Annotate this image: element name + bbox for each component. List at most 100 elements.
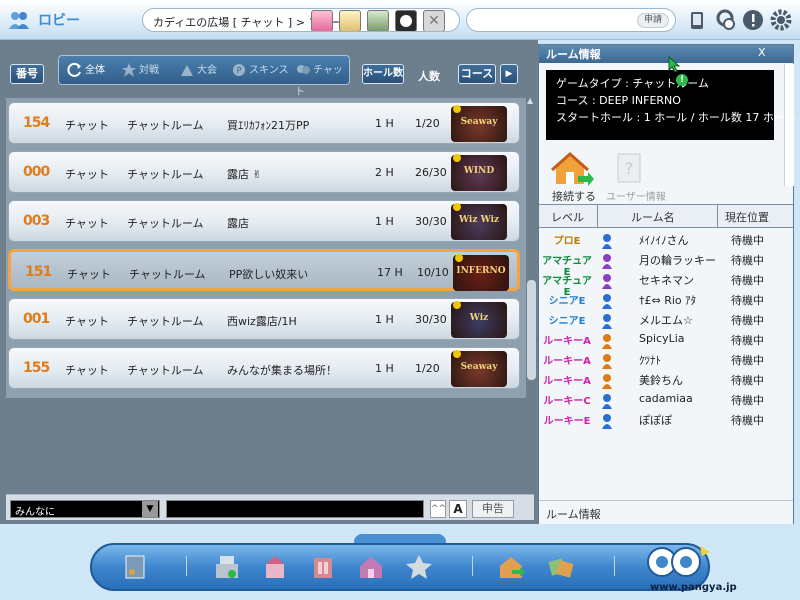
chat-input[interactable] [166,500,424,518]
member-level: ルーキーA [543,356,591,367]
tab-tournament[interactable]: 大会 [179,60,217,82]
member-level: ルーキーC [543,396,591,407]
number-column-header[interactable]: 番号 [10,64,44,84]
member-row[interactable]: アマチュアE セキネマン 待機中 [539,272,793,298]
locker-icon[interactable] [306,552,340,582]
room-people: 1/20 [415,362,440,375]
apply-chip[interactable]: 申請 [637,13,669,28]
member-name: セキネマン [639,274,694,287]
member-row[interactable]: ルーキーE ぽぽぽ 待機中 [539,412,793,432]
member-name: ぽぽぽ [639,414,672,427]
scroll-up-arrow-icon[interactable]: ▲ [527,96,537,108]
gender-icon [599,413,615,429]
hole-count-column-header[interactable]: ホール数 [362,64,404,84]
course-logo-text: Seaway [460,362,498,372]
room-info-scrollbar[interactable] [784,64,794,186]
report-button[interactable]: 申告 [472,500,514,518]
member-name: 月の輪ラッキー [639,254,716,267]
course-column-header[interactable]: コース [458,64,496,84]
member-location: 待機中 [731,254,764,267]
pangya-logo[interactable] [640,538,718,582]
member-row[interactable]: シニアE メルエム☆ 待機中 [539,312,793,332]
member-table-header: レベル ルーム名 現在位置 [539,204,793,228]
member-row[interactable]: アマチュアE 月の輪ラッキー 待機中 [539,252,793,278]
room-name: 露店 ✌ [227,168,262,181]
room-info-footer-tab[interactable]: ルーム情報 [546,506,601,522]
member-level: プロE [553,236,581,247]
room-info-title: ルーム情報 [546,48,601,61]
site-url[interactable]: www.pangya.jp [650,582,737,593]
location-column-header: 現在位置 [725,211,769,224]
member-row[interactable]: ルーキーA ｸﾂﾅﾄ 待機中 [539,352,793,372]
room-mode: チャット [65,315,109,328]
gift-icon[interactable] [258,552,292,582]
avatar-ball[interactable] [395,10,417,31]
font-button[interactable]: A [449,500,467,518]
member-row[interactable]: プロE ﾒｲﾉｲﾉさん 待機中 [539,232,793,252]
member-location: 待機中 [731,274,764,287]
close-icon[interactable]: X [758,46,766,59]
member-location: 待機中 [731,334,764,347]
avatar-cat[interactable] [339,10,361,31]
tab-skins[interactable]: P スキンス [231,60,289,82]
room-row[interactable]: 151 チャット チャットルーム PP欲しい奴来い 17 H 10/10 INFERNO [8,249,520,291]
tournament-icon [179,62,195,78]
my-room-icon[interactable] [354,552,388,582]
room-row[interactable]: 003 チャット チャットルーム 露店 1 H 30/30 Wiz Wiz [8,200,520,242]
room-holes: 1 H [375,362,394,375]
search-input[interactable]: 申請 [466,8,676,32]
room-filter-tabs: 全体 対戦 大会 P スキンス チャット [58,55,350,98]
friends-icon[interactable] [714,9,736,31]
room-type: チャットルーム [127,217,204,230]
gear-icon[interactable] [770,9,792,31]
course-next-arrow-icon[interactable]: ▶ [500,64,518,84]
member-row[interactable]: ルーキーA SpicyLia 待機中 [539,332,793,352]
close-x-icon[interactable]: ✕ [423,10,445,31]
exchange-icon[interactable] [544,552,578,582]
tab-chat[interactable]: チャット [295,60,349,98]
tab-versus[interactable]: 対戦 [121,60,159,82]
room-row[interactable]: 154 チャット チャットルーム 買ｴﾘｶﾌｫﾝ21万PP 1 H 1/20 Seaway [8,102,520,144]
dock-divider [472,556,473,576]
scratch-icon[interactable] [402,552,436,582]
room-type: チャットルーム [127,364,204,377]
member-name: SpicyLia [639,332,685,345]
room-mode: チャット [65,168,109,181]
refresh-icon [67,62,83,78]
game-type-text: ゲームタイプ : チャットルーム [556,77,709,90]
info-dot-icon: ! [676,74,688,86]
avatar-plant[interactable] [367,10,389,31]
shop-register-icon[interactable] [210,552,244,582]
member-row[interactable]: シニアE †£⇔ Rio ｱﾀ 待機中 [539,292,793,312]
people-column-header: 人数 [418,70,440,83]
room-holes: 1 H [375,313,394,326]
room-holes: 1 H [375,117,394,130]
room-row[interactable]: 001 チャット チャットルーム 西wiz露店/1H 1 H 30/30 Wiz [8,298,520,340]
music-icon[interactable] [118,552,152,582]
member-name: 美鈴ちん [639,374,683,387]
chat-target-select[interactable]: みんなに [10,500,160,518]
course-logo-text: WIND [463,166,495,176]
room-row[interactable]: 155 チャット チャットルーム みんなが集まる場所！ 1 H 1/20 Seaway [8,347,520,389]
room-list-scrollbar[interactable] [527,280,536,380]
room-name: 露店 [227,217,249,230]
alert-icon[interactable] [742,9,764,31]
tab-all[interactable]: 全体 [67,60,105,82]
room-type: チャットルーム [127,119,204,132]
member-row[interactable]: ルーキーC cadamiaa 待機中 [539,392,793,412]
mobile-icon[interactable] [686,9,708,31]
avatar-pink-hair[interactable] [311,10,333,31]
connect-home-icon[interactable] [494,552,528,582]
member-row[interactable]: ルーキーA 美鈴ちん 待機中 [539,372,793,392]
room-number: 151 [25,264,52,280]
room-people: 30/30 [415,313,447,326]
start-hole-text: スタートホール : 1 ホール / ホール数 17 ホール [556,111,796,124]
room-row[interactable]: 000 チャット チャットルーム 露店 ✌ 2 H 26/30 WIND [8,151,520,193]
room-holes: 17 H [377,266,403,279]
gender-icon [599,373,615,389]
emoticon-button[interactable]: ^^ [430,500,446,518]
location-breadcrumb[interactable]: カディエの広場 [ チャット ] > フリーマ ✕ [142,8,460,32]
member-location: 待機中 [731,354,764,367]
chevron-down-icon[interactable]: ▼ [142,501,158,517]
course-logo-text: Seaway [460,117,498,127]
